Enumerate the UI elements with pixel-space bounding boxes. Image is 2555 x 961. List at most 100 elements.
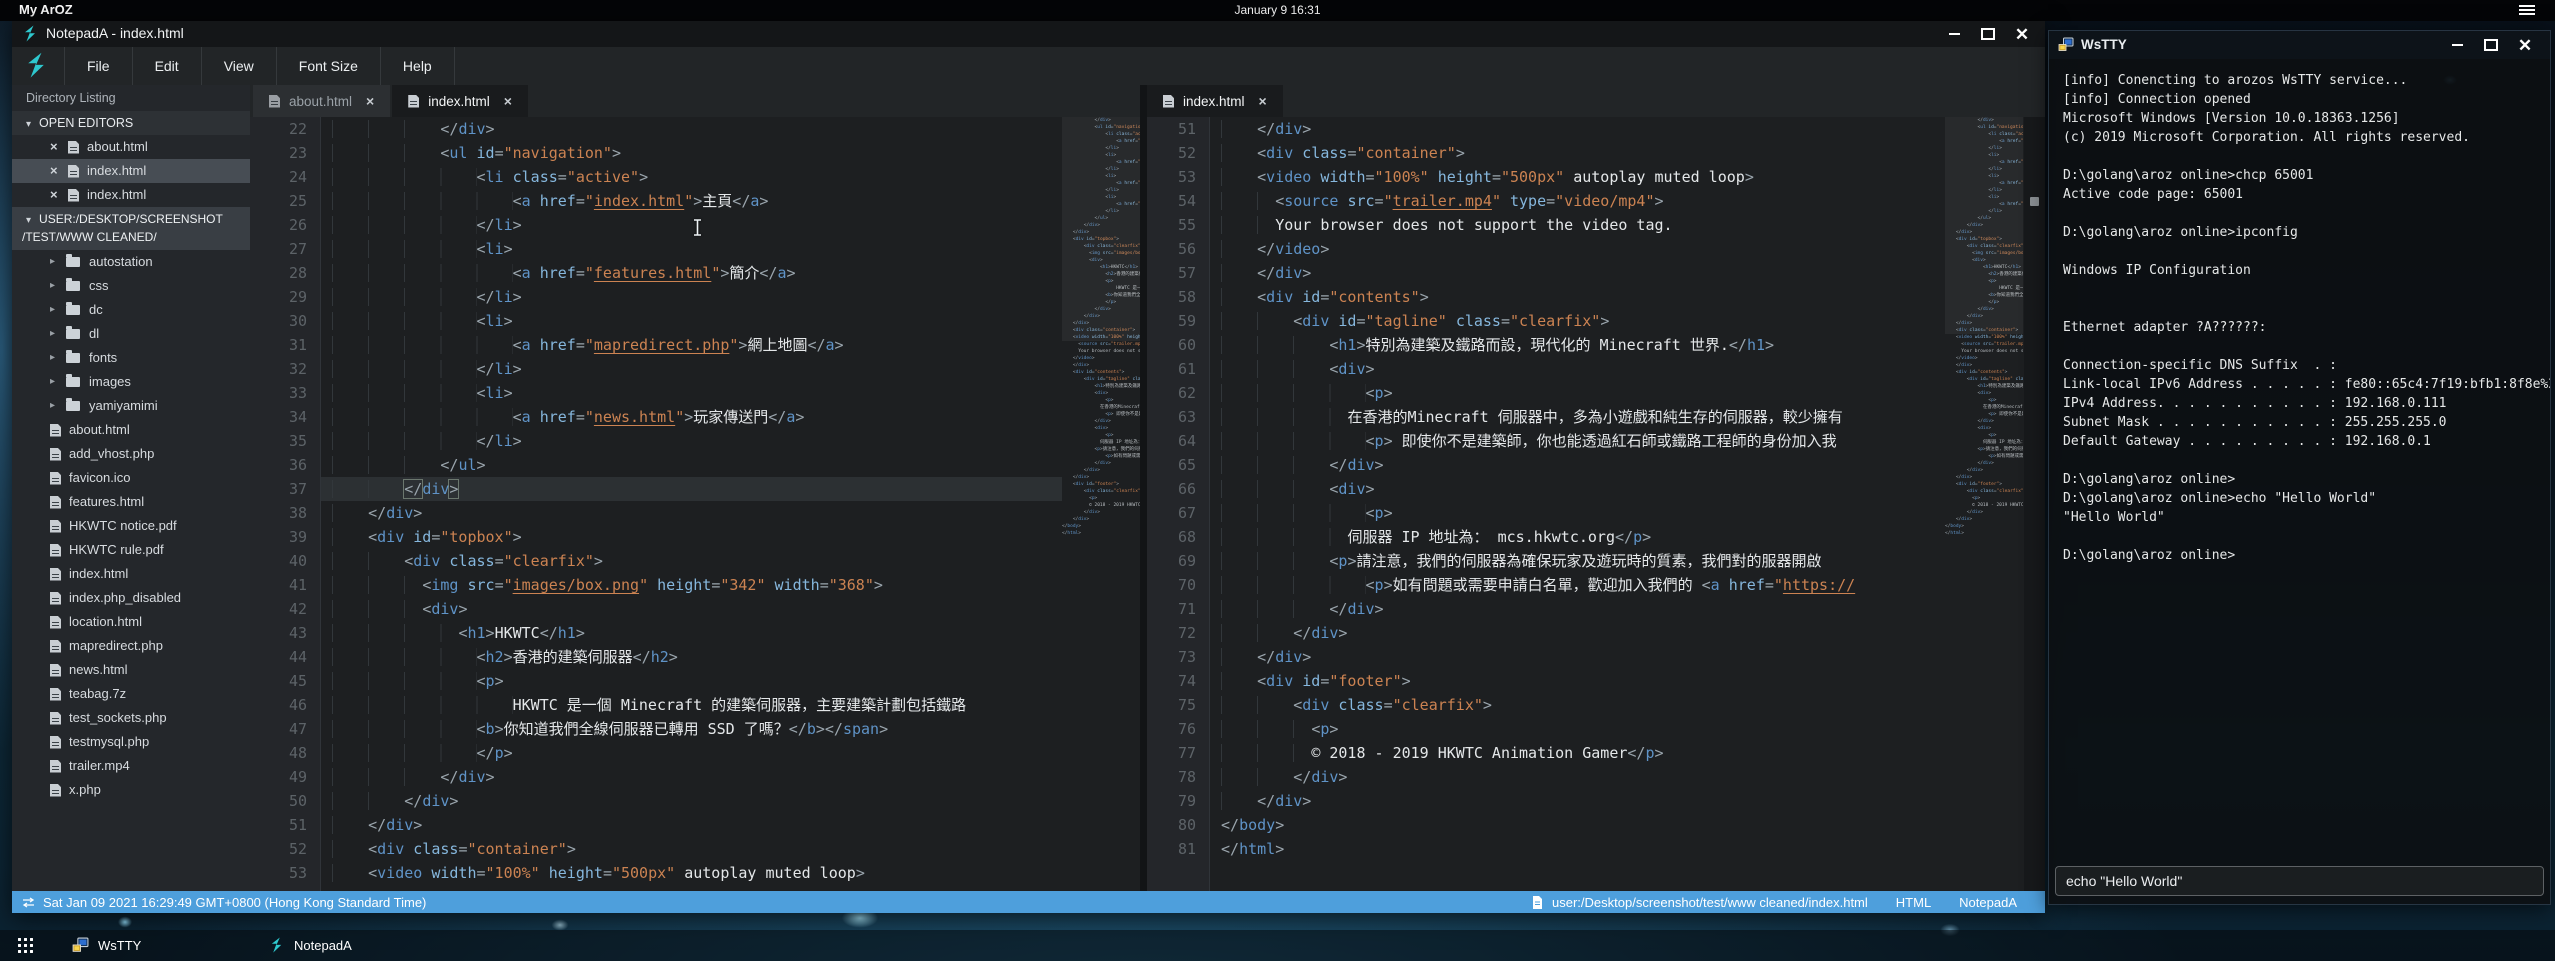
line-number[interactable]: 67 [1147,501,1209,525]
line-number[interactable]: 27 [250,237,320,261]
code-line[interactable]: <p> [321,669,1062,693]
line-number[interactable]: 32 [250,357,320,381]
code-line[interactable]: </div> [1210,117,1945,141]
sidebar-file-trailer.mp4[interactable]: trailer.mp4 [12,754,250,778]
tab-index.html[interactable]: index.html× [392,85,528,117]
code-line[interactable]: <a href="index.html">主頁</a> [321,189,1062,213]
code-line[interactable]: </div> [1210,597,1945,621]
sidebar-file-index.html[interactable]: index.html [12,562,250,586]
code-line[interactable]: </ul> [321,453,1062,477]
code-line[interactable]: </div> [321,765,1062,789]
line-number[interactable]: 59 [1147,309,1209,333]
menu-font-size[interactable]: Font Size [277,47,381,85]
line-number[interactable]: 79 [1147,789,1209,813]
sidebar-file-test_sockets.php[interactable]: test_sockets.php [12,706,250,730]
close-button[interactable]: ✕ [2005,21,2039,47]
tab-index.html[interactable]: index.html× [1147,85,1283,117]
line-number[interactable]: 37 [250,477,320,501]
line-number[interactable]: 73 [1147,645,1209,669]
code-line[interactable]: <h1>特別為建築及鐵路而設，現代化的 Minecraft 世界.</h1> [1210,333,1945,357]
line-number[interactable]: 24 [250,165,320,189]
code-line[interactable]: <div id="topbox"> [321,525,1062,549]
code-line[interactable]: <video width="100%" height="500px" autop… [321,861,1062,885]
code-line[interactable]: <a href="news.html">玩家傳送門</a> [321,405,1062,429]
minimize-button[interactable] [1937,21,1971,47]
pane-splitter[interactable] [1140,85,1147,891]
menu-help[interactable]: Help [381,47,455,85]
line-number[interactable]: 69 [1147,549,1209,573]
code-line[interactable]: Your browser does not support the video … [1210,213,1945,237]
line-number[interactable]: 30 [250,309,320,333]
line-number[interactable]: 53 [1147,165,1209,189]
code-line[interactable]: <p> [1210,501,1945,525]
code-line[interactable]: <div id="tagline" class="clearfix"> [1210,309,1945,333]
line-number[interactable]: 77 [1147,741,1209,765]
line-number[interactable]: 53 [250,861,320,885]
code-editor-right[interactable]: </div> <div class="container"> <video wi… [1210,117,1945,891]
code-line[interactable]: <div class="clearfix"> [321,549,1062,573]
code-line[interactable]: <div class="clearfix"> [1210,693,1945,717]
line-number[interactable]: 28 [250,261,320,285]
code-line[interactable]: <source src="trailer.mp4" type="video/mp… [1210,189,1945,213]
scrollbar-handle[interactable] [2030,197,2039,206]
sidebar-folder-images[interactable]: ▸images [12,370,250,394]
line-number[interactable]: 35 [250,429,320,453]
minimap-left[interactable]: </div> <ul id="navigation"> <li class="a… [1062,117,1140,891]
code-line[interactable]: </li> [321,213,1062,237]
line-number[interactable]: 26 [250,213,320,237]
line-number[interactable]: 22 [250,117,320,141]
code-line[interactable]: <li class="active"> [321,165,1062,189]
maximize-button[interactable] [1971,21,2005,47]
line-number[interactable]: 54 [1147,189,1209,213]
line-number[interactable]: 23 [250,141,320,165]
sidebar-folder-yamiyamimi[interactable]: ▸yamiyamimi [12,394,250,418]
line-number-gutter[interactable]: 5152535455565758596061626364656667686970… [1147,117,1210,891]
code-line[interactable]: </div> [321,117,1062,141]
code-line[interactable]: <li> [321,381,1062,405]
code-line[interactable]: <b>你知道我們全線伺服器已轉用 SSD 了嗎？</b></span> [321,717,1062,741]
code-line[interactable]: </div> [1210,621,1945,645]
sidebar-file-HKWTC notice.pdf[interactable]: HKWTC notice.pdf [12,514,250,538]
line-number[interactable]: 25 [250,189,320,213]
line-number[interactable]: 62 [1147,381,1209,405]
code-line[interactable]: <h2>香港的建築伺服器</h2> [321,645,1062,669]
code-line[interactable]: 伺服器 IP 地址為： mcs.hkwtc.org</p> [1210,525,1945,549]
line-number[interactable]: 49 [250,765,320,789]
line-number[interactable]: 74 [1147,669,1209,693]
sidebar-folder-autostation[interactable]: ▸autostation [12,250,250,274]
open-editor-about.html[interactable]: ×about.html [12,135,250,159]
code-area-right[interactable]: 5152535455565758596061626364656667686970… [1147,117,2045,891]
line-number[interactable]: 39 [250,525,320,549]
terminal-command-input[interactable] [2055,866,2544,896]
line-number[interactable]: 47 [250,717,320,741]
line-number[interactable]: 51 [1147,117,1209,141]
code-line[interactable]: 在香港的Minecraft 伺服器中，多為小遊戲和純生存的伺服器，較少擁有 [1210,405,1945,429]
code-line[interactable]: <video width="100%" height="500px" autop… [1210,165,1945,189]
code-line[interactable]: <li> [321,309,1062,333]
code-line[interactable]: <ul id="navigation"> [321,141,1062,165]
close-icon[interactable]: × [50,159,62,183]
code-line[interactable]: <div id="contents"> [1210,285,1945,309]
sidebar-file-favicon.ico[interactable]: favicon.ico [12,466,250,490]
code-line[interactable]: </html> [1210,837,1945,861]
line-number[interactable]: 65 [1147,453,1209,477]
code-line[interactable]: <div> [321,597,1062,621]
sidebar-file-mapredirect.php[interactable]: mapredirect.php [12,634,250,658]
line-number[interactable]: 48 [250,741,320,765]
code-line[interactable]: <p>請注意，我們的伺服器為確保玩家及遊玩時的質素，我們對的服器開啟 [1210,549,1945,573]
sidebar-file-features.html[interactable]: features.html [12,490,250,514]
close-icon[interactable]: × [1259,93,1267,109]
sidebar-folder-fonts[interactable]: ▸fonts [12,346,250,370]
sidebar-file-about.html[interactable]: about.html [12,418,250,442]
code-line[interactable]: <div> [1210,357,1945,381]
code-line[interactable]: </div> [321,789,1062,813]
code-area-left[interactable]: 2223242526272829303132333435363738394041… [250,117,1140,891]
sidebar-file-add_vhost.php[interactable]: add_vhost.php [12,442,250,466]
close-icon[interactable]: × [366,93,374,109]
minimize-button[interactable] [2440,32,2474,58]
menu-file[interactable]: File [64,47,133,85]
code-line[interactable]: </div> [321,501,1062,525]
vertical-scrollbar[interactable] [2024,117,2045,891]
sidebar-file-teabag.7z[interactable]: teabag.7z [12,682,250,706]
sidebar-file-location.html[interactable]: location.html [12,610,250,634]
